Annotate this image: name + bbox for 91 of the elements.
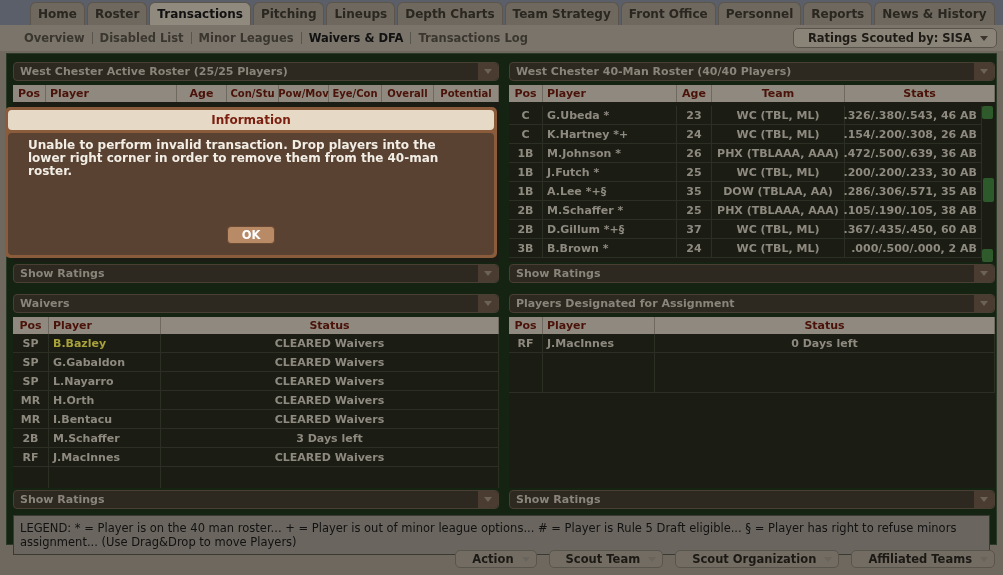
- table-cell: RF: [13, 448, 49, 466]
- table-cell: WC (TBL, ML): [712, 239, 845, 257]
- table-cell: 3 Days left: [161, 429, 499, 447]
- menu-button[interactable]: Affiliated Teams: [851, 550, 995, 568]
- table-cell: CLEARED Waivers: [161, 410, 499, 428]
- table-cell: WC (TBL, ML): [712, 125, 845, 143]
- roster-dropdown[interactable]: West Chester Active Roster (25/25 Players): [13, 62, 499, 81]
- subnav-link[interactable]: Minor Leagues: [198, 31, 294, 45]
- table-cell: G.Ubeda *: [543, 106, 677, 124]
- table-cell: I.Bentacu: [49, 410, 161, 428]
- nav-tab[interactable]: Personnel: [717, 2, 802, 25]
- show-ratings-dropdown[interactable]: Show Ratings: [509, 490, 995, 509]
- table-cell: M.Schaffer *: [543, 201, 677, 219]
- table-cell: K.Hartney *+: [543, 125, 677, 143]
- table-cell: PHX (TBLAAA, AAA): [712, 144, 845, 162]
- table-cell: J.MacInnes: [543, 334, 655, 352]
- dropdown-arrow-icon: [980, 35, 988, 41]
- menu-button[interactable]: Scout Organization: [675, 550, 840, 568]
- scrollbar-thumb[interactable]: [983, 178, 994, 202]
- table-cell: H.Orth: [49, 391, 161, 409]
- ok-button[interactable]: OK: [226, 226, 276, 244]
- nav-tab[interactable]: Depth Charts: [397, 2, 503, 25]
- menu-button[interactable]: Scout Team: [548, 550, 664, 568]
- table-cell: 25: [677, 201, 712, 219]
- subnav-link[interactable]: Transactions Log: [418, 31, 528, 45]
- nav-tab[interactable]: Roster: [86, 2, 148, 25]
- table-cell: 24: [677, 125, 712, 143]
- subnav-link[interactable]: Waivers & DFA: [308, 31, 404, 45]
- show-ratings-dropdown[interactable]: Show Ratings: [13, 490, 499, 509]
- table-cell: 35: [677, 182, 712, 200]
- table-cell: M.Schaffer: [49, 429, 161, 447]
- nav-tab[interactable]: Lineups: [326, 2, 396, 25]
- table-cell: CLEARED Waivers: [161, 448, 499, 466]
- subnav-link[interactable]: Disabled List: [99, 31, 184, 45]
- table-cell: SP: [13, 353, 49, 371]
- table-cell: D.Gillum *+§: [543, 220, 677, 238]
- table-cell: B.Brown *: [543, 239, 677, 257]
- table-cell: 1B: [509, 163, 543, 181]
- table-cell: PHX (TBLAAA, AAA): [712, 201, 845, 219]
- table-cell: B.Bazley: [49, 334, 161, 352]
- list-dropdown[interactable]: Waivers: [13, 294, 499, 313]
- table-cell: 24: [677, 239, 712, 257]
- table-cell: CLEARED Waivers: [161, 391, 499, 409]
- table-cell: 2B: [509, 201, 543, 219]
- nav-tab[interactable]: Front Office: [620, 2, 716, 25]
- table-cell: G.Gabaldon: [49, 353, 161, 371]
- table-cell: C: [509, 125, 543, 143]
- list-dropdown[interactable]: Players Designated for Assignment: [509, 294, 995, 313]
- table-cell: 2B: [13, 429, 49, 447]
- nav-tab[interactable]: Team Strategy: [504, 2, 619, 25]
- table-cell: L.Nayarro: [49, 372, 161, 390]
- dialog-title: Information: [8, 110, 494, 130]
- nav-tab[interactable]: Pitching: [252, 2, 325, 25]
- table-cell: SP: [13, 334, 49, 352]
- table-cell: RF: [509, 334, 543, 352]
- table-cell: 0 Days left: [655, 334, 995, 352]
- table-cell: CLEARED Waivers: [161, 372, 499, 390]
- table-cell: WC (TBL, ML): [712, 163, 845, 181]
- scouted-by-dropdown[interactable]: Ratings Scouted by: SISA: [792, 28, 997, 48]
- table-cell: WC (TBL, ML): [712, 106, 845, 124]
- table-cell: DOW (TBLAA, AA): [712, 182, 845, 200]
- table-cell: MR: [13, 410, 49, 428]
- menu-button[interactable]: Action: [455, 550, 537, 568]
- table-cell: CLEARED Waivers: [161, 353, 499, 371]
- nav-tab[interactable]: Transactions: [149, 2, 251, 25]
- table-cell: J.MacInnes: [49, 448, 161, 466]
- table-cell: J.Futch *: [543, 163, 677, 181]
- table-cell: A.Lee *+§: [543, 182, 677, 200]
- table-cell: 23: [677, 106, 712, 124]
- table-cell: 1B: [509, 144, 543, 162]
- table-cell: M.Johnson *: [543, 144, 677, 162]
- table-cell: 3B: [509, 239, 543, 257]
- table-cell: CLEARED Waivers: [161, 334, 499, 352]
- nav-tab[interactable]: Reports: [803, 2, 873, 25]
- show-ratings-dropdown[interactable]: Show Ratings: [13, 264, 499, 283]
- table-cell: 25: [677, 163, 712, 181]
- table-cell: 37: [677, 220, 712, 238]
- nav-tab[interactable]: Home: [30, 2, 85, 25]
- table-cell: 1B: [509, 182, 543, 200]
- nav-tab[interactable]: News & History: [874, 2, 995, 25]
- table-cell: MR: [13, 391, 49, 409]
- table-cell: 2B: [509, 220, 543, 238]
- dialog-message: Unable to perform invalid transaction. Drop players into the lower right corner in order to remove them from the 40-man roster.: [28, 139, 440, 180]
- roster-dropdown[interactable]: West Chester 40-Man Roster (40/40 Players): [509, 62, 995, 81]
- table-cell: C: [509, 106, 543, 124]
- table-cell: 26: [677, 144, 712, 162]
- show-ratings-dropdown[interactable]: Show Ratings: [509, 264, 995, 283]
- table-cell: WC (TBL, ML): [712, 220, 845, 238]
- scrollbar[interactable]: [982, 106, 995, 262]
- subnav-link[interactable]: Overview: [24, 31, 85, 45]
- table-cell: SP: [13, 372, 49, 390]
